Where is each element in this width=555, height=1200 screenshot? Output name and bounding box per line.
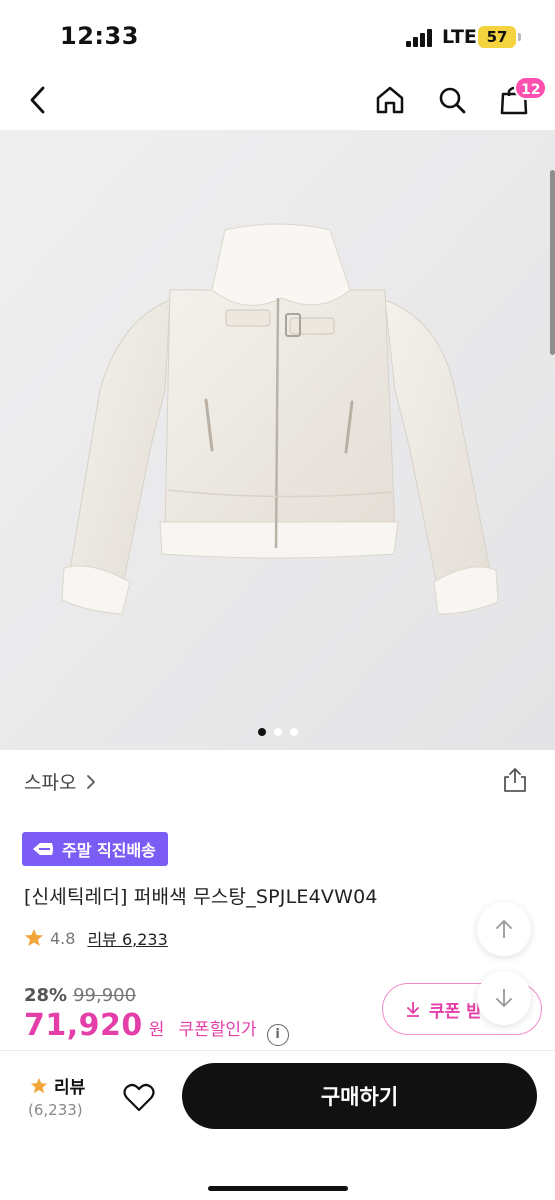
- share-icon: [504, 768, 526, 792]
- coupon-price-label: 쿠폰할인가: [178, 1020, 257, 1040]
- product-title: [신세틱레더] 퍼배색 무스탕_SPJLE4VW04: [24, 886, 378, 908]
- rating-row: 4.8 리뷰 6,233: [24, 926, 168, 950]
- back-button[interactable]: [18, 80, 58, 120]
- signal-icon: [406, 29, 434, 47]
- price-original-row: 28% 99,900: [24, 985, 136, 1006]
- bottom-review-button[interactable]: 리뷰: [30, 1073, 85, 1098]
- star-icon: [30, 1077, 48, 1093]
- delivery-icon: [33, 843, 53, 855]
- battery-icon: 57: [478, 26, 516, 48]
- sale-price: 71,920: [24, 1008, 143, 1043]
- original-price: 99,900: [73, 985, 137, 1006]
- info-icon[interactable]: i: [266, 1023, 289, 1046]
- price-sale-row: 71,920 원 쿠폰할인가 i: [24, 1008, 289, 1046]
- review-link[interactable]: 리뷰 6,233: [87, 926, 167, 950]
- arrow-down-icon: [496, 989, 512, 1007]
- chevron-right-icon: [87, 774, 96, 789]
- coupon-button-label: 쿠폰 받: [429, 1001, 482, 1022]
- buy-button[interactable]: 구매하기: [182, 1063, 537, 1129]
- home-button[interactable]: [370, 80, 410, 120]
- share-button[interactable]: [501, 766, 529, 794]
- star-icon: [25, 929, 43, 946]
- scroll-indicator[interactable]: [550, 170, 555, 355]
- brand-link[interactable]: 스파오: [24, 768, 96, 795]
- chevron-left-icon: [30, 86, 45, 114]
- status-bar: 12:33 LTE 57: [0, 0, 555, 70]
- bottom-review-count: (6,233): [28, 1101, 83, 1119]
- delivery-badge: 주말 직진배송: [22, 832, 168, 866]
- discount-rate: 28%: [24, 985, 68, 1006]
- product-image: [0, 130, 555, 750]
- carousel-dot-1[interactable]: [257, 728, 266, 736]
- cart-count-badge: 12: [514, 76, 548, 100]
- heart-icon: [123, 1083, 155, 1112]
- wishlist-button[interactable]: [122, 1081, 156, 1115]
- product-image-carousel[interactable]: [0, 130, 555, 750]
- currency-label: 원: [148, 1020, 165, 1040]
- brand-name: 스파오: [24, 772, 77, 794]
- search-button[interactable]: [432, 80, 472, 120]
- search-icon: [439, 87, 466, 114]
- home-icon: [376, 86, 404, 114]
- carousel-dot-2[interactable]: [273, 728, 282, 736]
- scroll-down-button[interactable]: [477, 971, 531, 1025]
- nav-bar: [0, 70, 555, 130]
- delivery-badge-label: 주말 직진배송: [62, 841, 156, 860]
- network-label: LTE: [442, 26, 477, 48]
- carousel-dots: [0, 728, 555, 736]
- arrow-up-icon: [496, 920, 512, 938]
- battery-tip: [518, 33, 521, 41]
- bottom-review-label: 리뷰: [54, 1078, 86, 1098]
- home-indicator: [208, 1186, 348, 1191]
- status-time: 12:33: [60, 22, 139, 50]
- bottom-action-bar: 리뷰 (6,233) 구매하기: [0, 1050, 555, 1200]
- rating-score: 4.8: [50, 928, 76, 948]
- carousel-dot-3[interactable]: [289, 728, 298, 736]
- scroll-top-button[interactable]: [477, 902, 531, 956]
- download-icon: [407, 1002, 419, 1017]
